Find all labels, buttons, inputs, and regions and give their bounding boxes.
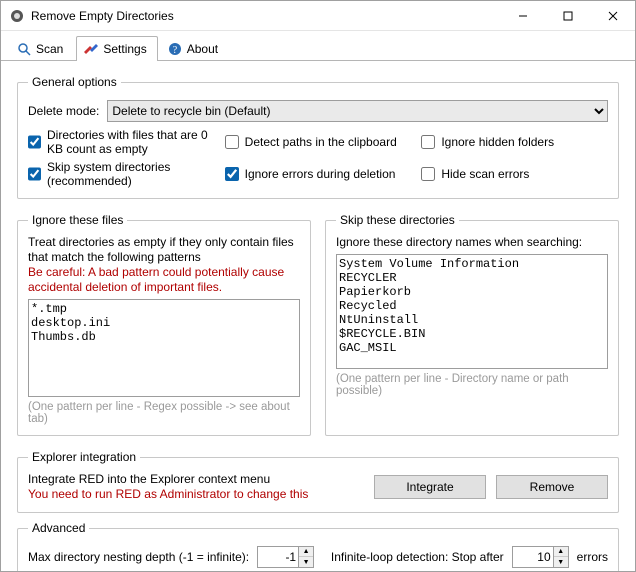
checkbox-0kb[interactable]: Directories with files that are 0 KB cou…	[28, 128, 215, 156]
ignore-files-group: Ignore these files Treat directories as …	[17, 213, 311, 436]
checkbox-detect-clipboard[interactable]: Detect paths in the clipboard	[225, 128, 412, 156]
ignore-files-desc: Treat directories as empty if they only …	[28, 235, 300, 265]
help-icon: ?	[167, 41, 183, 57]
remove-button[interactable]: Remove	[496, 475, 608, 499]
tabbar: Scan Settings ? About	[1, 31, 635, 61]
infinite-suffix: errors	[577, 550, 608, 564]
tab-settings[interactable]: Settings	[76, 36, 157, 61]
ignore-files-warning: Be careful: A bad pattern could potentia…	[28, 265, 300, 295]
ignore-files-legend: Ignore these files	[28, 213, 127, 227]
tab-scan-label: Scan	[36, 42, 63, 56]
nesting-input[interactable]	[257, 546, 299, 568]
explorer-integration-legend: Explorer integration	[28, 450, 140, 464]
tab-scan[interactable]: Scan	[9, 36, 74, 61]
checkbox-hide-scan-errors[interactable]: Hide scan errors	[421, 160, 608, 188]
tools-icon	[83, 41, 99, 57]
titlebar: Remove Empty Directories	[1, 1, 635, 31]
nesting-spinner[interactable]: ▲▼	[299, 546, 314, 568]
infinite-input[interactable]	[512, 546, 554, 568]
magnifier-icon	[16, 41, 32, 57]
window-title: Remove Empty Directories	[31, 9, 500, 23]
tab-about-label: About	[187, 42, 218, 56]
integrate-button[interactable]: Integrate	[374, 475, 486, 499]
tab-about[interactable]: ? About	[160, 36, 229, 61]
close-button[interactable]	[590, 1, 635, 30]
svg-text:?: ?	[172, 45, 177, 56]
delete-mode-label: Delete mode:	[28, 104, 99, 118]
skip-dirs-textarea[interactable]: System Volume Information RECYCLER Papie…	[336, 254, 608, 369]
skip-dirs-hint: (One pattern per line - Directory name o…	[336, 373, 608, 397]
infinite-label: Infinite-loop detection: Stop after	[331, 550, 504, 564]
minimize-button[interactable]	[500, 1, 545, 30]
advanced-legend: Advanced	[28, 521, 89, 535]
checkbox-ignore-hidden[interactable]: Ignore hidden folders	[421, 128, 608, 156]
maximize-button[interactable]	[545, 1, 590, 30]
delete-mode-select[interactable]: Delete to recycle bin (Default)	[107, 100, 608, 122]
skip-dirs-legend: Skip these directories	[336, 213, 459, 227]
ignore-files-textarea[interactable]: *.tmp desktop.ini Thumbs.db	[28, 299, 300, 397]
ignore-files-hint: (One pattern per line - Regex possible -…	[28, 401, 300, 425]
advanced-group: Advanced Max directory nesting depth (-1…	[17, 521, 619, 571]
app-icon	[9, 8, 25, 24]
explorer-integration-group: Explorer integration Integrate RED into …	[17, 450, 619, 513]
skip-dirs-group: Skip these directories Ignore these dire…	[325, 213, 619, 436]
checkbox-skip-system[interactable]: Skip system directories (recommended)	[28, 160, 215, 188]
explorer-warning: You need to run RED as Administrator to …	[28, 487, 358, 502]
skip-dirs-desc: Ignore these directory names when search…	[336, 235, 608, 250]
explorer-desc: Integrate RED into the Explorer context …	[28, 472, 358, 487]
nesting-label: Max directory nesting depth (-1 = infini…	[28, 550, 249, 564]
infinite-spinner[interactable]: ▲▼	[554, 546, 569, 568]
general-options-legend: General options	[28, 75, 121, 89]
checkbox-ignore-errors[interactable]: Ignore errors during deletion	[225, 160, 412, 188]
general-options-group: General options Delete mode: Delete to r…	[17, 75, 619, 199]
tab-settings-label: Settings	[103, 42, 146, 56]
